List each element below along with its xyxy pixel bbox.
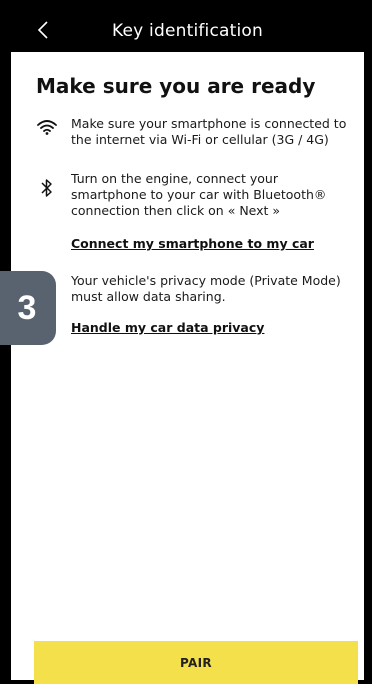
- step-badge: 3: [0, 271, 56, 345]
- bluetooth-instruction: Turn on the engine, connect your smartph…: [71, 171, 327, 218]
- section-heading: Make sure you are ready: [36, 74, 316, 98]
- privacy-settings-link[interactable]: Handle my car data privacy: [71, 320, 264, 335]
- top-bar: Key identification: [11, 12, 364, 52]
- wifi-instruction: Make sure your smartphone is connected t…: [71, 116, 347, 147]
- bluetooth-icon: [36, 177, 58, 199]
- privacy-instruction: Your vehicle's privacy mode (Private Mod…: [71, 273, 341, 304]
- connect-smartphone-link[interactable]: Connect my smartphone to my car: [71, 236, 314, 251]
- main-content: Make sure you are ready Make sure your s…: [11, 52, 364, 632]
- page-title: Key identification: [112, 21, 263, 41]
- pair-button[interactable]: PAIR: [34, 641, 358, 684]
- wifi-icon: [36, 116, 58, 138]
